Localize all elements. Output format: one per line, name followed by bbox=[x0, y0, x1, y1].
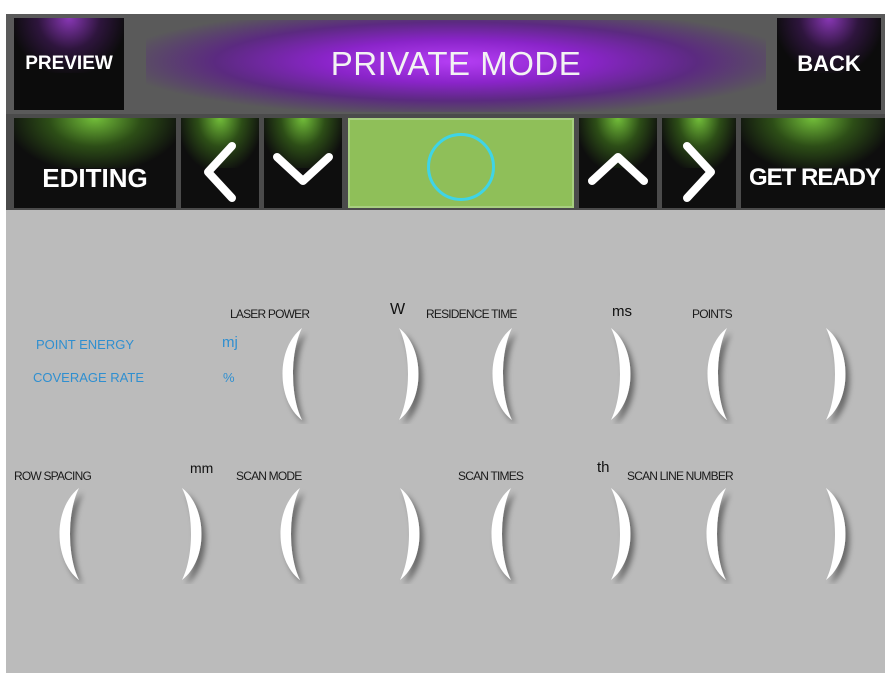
residence-time-unit: ms bbox=[612, 303, 632, 320]
page-title: PRIVATE MODE bbox=[330, 45, 582, 82]
point-energy-unit: mj bbox=[222, 334, 238, 351]
laser-power-left-bracket[interactable] bbox=[262, 324, 310, 424]
scan-mode-left-bracket[interactable] bbox=[260, 484, 308, 584]
points-label: POINTS bbox=[692, 307, 733, 321]
chevron-left-icon bbox=[204, 142, 236, 202]
chevron-down-icon bbox=[273, 153, 333, 185]
laser-power-label: LASER POWER bbox=[230, 307, 310, 321]
preview-button-label: PREVIEW bbox=[25, 53, 113, 74]
chevron-right-icon bbox=[683, 142, 715, 202]
editing-button[interactable]: EDITING bbox=[14, 118, 176, 208]
residence-time-left-bracket[interactable] bbox=[472, 324, 520, 424]
point-energy-label: POINT ENERGY bbox=[36, 337, 135, 352]
status-panel[interactable] bbox=[348, 118, 574, 208]
editing-button-label: EDITING bbox=[42, 163, 148, 193]
left-arrow-button[interactable] bbox=[181, 118, 259, 208]
back-button-label: BACK bbox=[797, 51, 861, 76]
row-spacing-unit: mm bbox=[190, 460, 214, 476]
laser-power-right-bracket[interactable] bbox=[391, 324, 439, 424]
chevron-up-icon bbox=[588, 153, 648, 185]
scan-times-label: SCAN TIMES bbox=[458, 469, 524, 483]
points-right-bracket[interactable] bbox=[818, 324, 866, 424]
coverage-rate-unit: % bbox=[223, 370, 235, 385]
get-ready-button-label: GET READY bbox=[749, 164, 881, 191]
scan-line-number-label: SCAN LINE NUMBER bbox=[627, 469, 734, 483]
preview-button[interactable]: PREVIEW bbox=[14, 18, 124, 110]
points-left-bracket[interactable] bbox=[687, 324, 735, 424]
header-bar: PRIVATE MODE PREVIEW BACK bbox=[6, 14, 885, 114]
scan-times-unit: th bbox=[597, 459, 610, 476]
scan-times-left-bracket[interactable] bbox=[471, 484, 519, 584]
right-arrow-button[interactable] bbox=[662, 118, 736, 208]
coverage-rate-label: COVERAGE RATE bbox=[33, 370, 145, 385]
row-spacing-left-bracket[interactable] bbox=[39, 484, 87, 584]
up-arrow-button[interactable] bbox=[579, 118, 657, 208]
back-button[interactable]: BACK bbox=[777, 18, 881, 110]
scan-line-number-left-bracket[interactable] bbox=[686, 484, 734, 584]
residence-time-right-bracket[interactable] bbox=[603, 324, 651, 424]
scan-mode-label: SCAN MODE bbox=[236, 469, 302, 483]
row-spacing-right-bracket[interactable] bbox=[174, 484, 222, 584]
get-ready-button[interactable]: GET READY bbox=[741, 118, 885, 208]
ring-icon bbox=[427, 133, 495, 201]
laser-power-unit: W bbox=[390, 301, 406, 318]
screen: PRIVATE MODE PREVIEW BACK EDITING GET RE… bbox=[6, 14, 885, 673]
scan-line-number-right-bracket[interactable] bbox=[818, 484, 866, 584]
residence-time-label: RESIDENCE TIME bbox=[426, 307, 517, 321]
down-arrow-button[interactable] bbox=[264, 118, 342, 208]
scan-mode-right-bracket[interactable] bbox=[392, 484, 440, 584]
scan-times-right-bracket[interactable] bbox=[603, 484, 651, 584]
row-spacing-label: ROW SPACING bbox=[14, 469, 92, 483]
control-bar: EDITING GET READY bbox=[6, 114, 885, 210]
